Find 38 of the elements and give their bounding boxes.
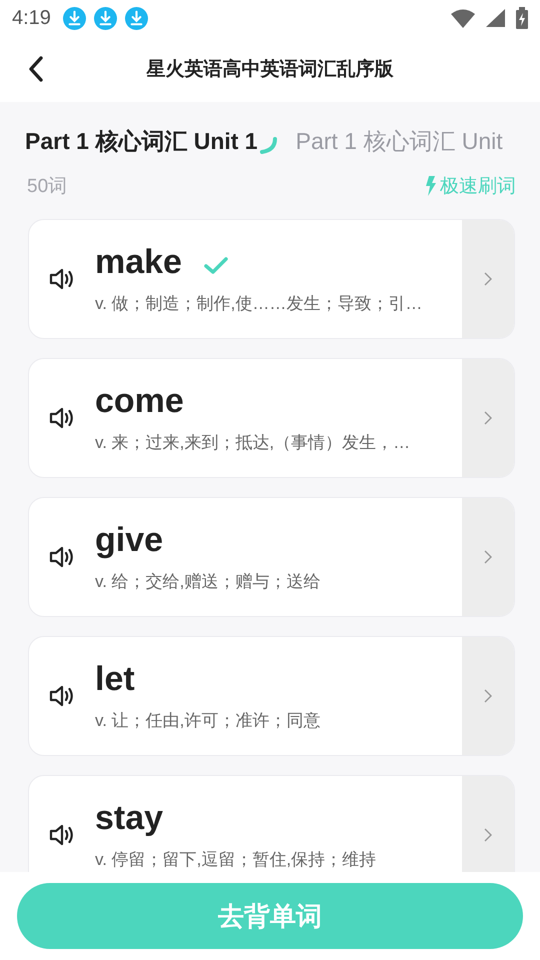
word-text: give [95, 521, 164, 560]
speaker-icon[interactable] [49, 684, 75, 708]
speaker-icon[interactable] [49, 267, 75, 291]
speaker-icon[interactable] [49, 545, 75, 569]
chevron-right-icon [484, 550, 492, 564]
page-title: 星火英语高中英语词汇乱序版 [145, 58, 394, 82]
speaker-icon[interactable] [49, 406, 75, 430]
chevron-right-icon [484, 828, 492, 842]
lightning-icon [424, 176, 436, 196]
signal-icon [486, 8, 506, 28]
speaker-icon[interactable] [49, 823, 75, 847]
download-icon [62, 6, 86, 30]
word-meaning: v. 让；任由,许可；准许；同意 [95, 710, 322, 732]
word-text: stay [95, 799, 164, 838]
word-text: make [95, 243, 182, 282]
chevron-right-icon [484, 689, 492, 703]
word-card[interactable]: give v. 给；交给,赠送；赠与；送给 [28, 497, 515, 617]
word-count: 50词 [27, 175, 68, 199]
word-meaning: v. 来；过来,来到；抵达,（事情）发生，… [95, 432, 412, 454]
wifi-icon [450, 8, 476, 28]
download-icon [124, 6, 148, 30]
download-icon [94, 6, 117, 30]
chevron-right-icon [484, 411, 492, 425]
word-card[interactable]: make v. 做；制造；制作,使……发生；导致；引… [28, 219, 515, 339]
chevron-right-icon [484, 272, 492, 286]
word-meaning: v. 给；交给,赠送；赠与；送给 [95, 571, 322, 593]
status-time: 4:19 [12, 6, 51, 30]
battery-icon [516, 7, 528, 29]
back-icon[interactable] [28, 56, 44, 82]
word-meaning: v. 停留；留下,逗留；暂住,保持；维持 [95, 849, 378, 871]
unit-tab[interactable]: Part 1 核心词汇 Unit 1 [25, 126, 278, 158]
word-text: let [95, 660, 135, 699]
word-meaning: v. 做；制造；制作,使……发生；导致；引… [95, 293, 424, 315]
word-card[interactable]: come v. 来；过来,来到；抵达,（事情）发生，… [28, 358, 515, 478]
word-card[interactable]: stay v. 停留；留下,逗留；暂住,保持；维持 [28, 775, 515, 872]
word-text: come [95, 382, 184, 421]
indicator-icon [258, 136, 278, 156]
word-card[interactable]: let v. 让；任由,许可；准许；同意 [28, 636, 515, 756]
